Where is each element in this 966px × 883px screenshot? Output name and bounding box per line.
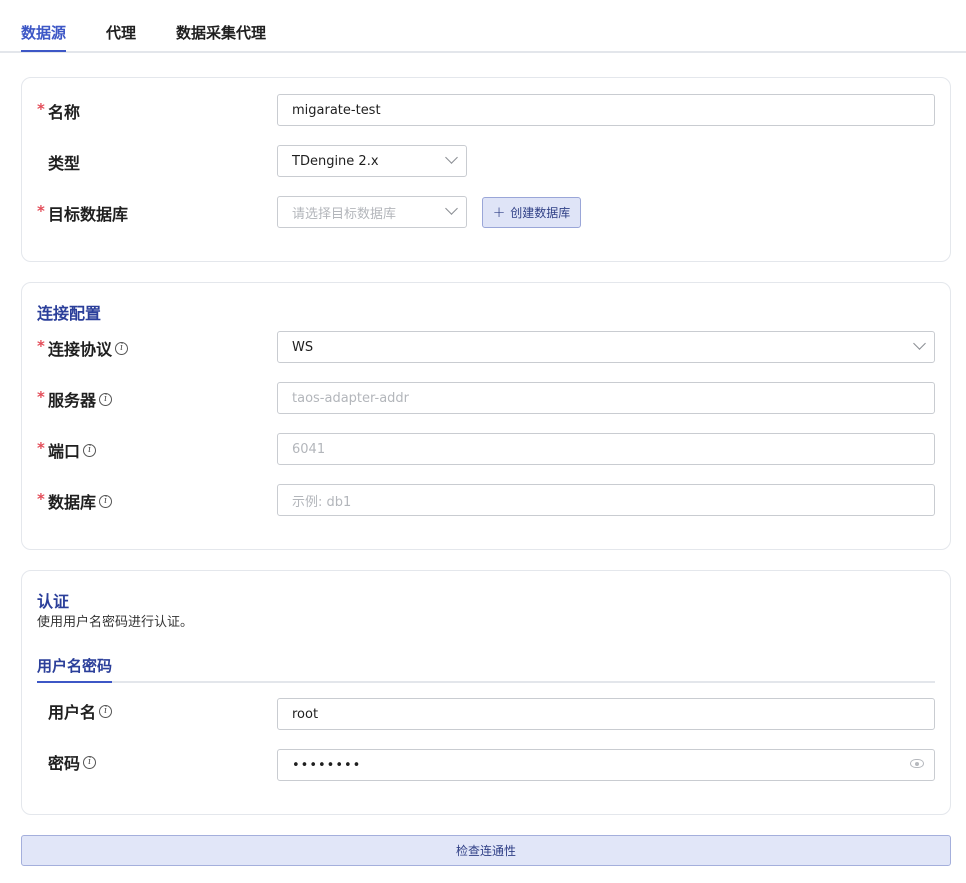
active-subtab-indicator: [37, 681, 112, 683]
protocol-value: WS: [292, 339, 314, 355]
tab-agent[interactable]: 代理: [106, 22, 136, 43]
database-input[interactable]: 示例: db1: [277, 484, 935, 516]
database-label-text: 数据库: [48, 493, 97, 512]
required-marker: *: [37, 202, 45, 220]
protocol-select[interactable]: WS: [277, 331, 935, 363]
tab-collection-agent[interactable]: 数据采集代理: [176, 22, 266, 43]
username-input[interactable]: root: [277, 698, 935, 730]
check-connectivity-label: 检查连通性: [455, 844, 516, 858]
tab-username-password[interactable]: 用户名密码: [37, 655, 112, 676]
password-input[interactable]: ••••••••: [277, 749, 935, 781]
plus-icon: +: [492, 203, 506, 221]
name-input[interactable]: migarate-test: [277, 94, 935, 126]
protocol-label: 连接协议 i: [48, 336, 129, 360]
info-icon[interactable]: i: [99, 392, 113, 406]
protocol-label-text: 连接协议: [48, 340, 113, 359]
info-icon[interactable]: i: [99, 704, 113, 718]
password-label-text: 密码: [48, 754, 81, 773]
type-value: TDengine 2.x: [292, 153, 379, 169]
username-value: root: [292, 706, 319, 722]
required-marker: *: [37, 388, 45, 406]
username-label: 用户名 i: [48, 699, 113, 723]
port-placeholder: 6041: [292, 441, 326, 457]
required-marker: *: [37, 439, 45, 457]
auth-title: 认证: [37, 592, 70, 611]
password-label: 密码 i: [48, 750, 97, 774]
auth-description: 使用用户名密码进行认证。: [37, 615, 194, 630]
server-label: 服务器 i: [48, 387, 113, 411]
server-input[interactable]: taos-adapter-addr: [277, 382, 935, 414]
database-label: 数据库 i: [48, 489, 113, 513]
server-placeholder: taos-adapter-addr: [292, 390, 410, 406]
required-marker: *: [37, 490, 45, 508]
name-label: 名称: [48, 103, 81, 122]
target-db-label: 目标数据库: [48, 205, 129, 224]
create-database-button[interactable]: + 创建数据库: [482, 197, 581, 228]
password-value: ••••••••: [292, 757, 362, 773]
info-icon[interactable]: i: [99, 494, 113, 508]
chevron-down-icon: [913, 337, 926, 350]
port-label-text: 端口: [48, 442, 81, 461]
info-icon[interactable]: i: [83, 755, 97, 769]
port-label: 端口 i: [48, 438, 97, 462]
server-label-text: 服务器: [48, 391, 97, 410]
target-db-placeholder: 请选择目标数据库: [292, 206, 397, 222]
type-select[interactable]: TDengine 2.x: [277, 145, 467, 177]
name-value: migarate-test: [292, 102, 381, 118]
subtab-divider: [37, 681, 935, 683]
target-db-select[interactable]: 请选择目标数据库: [277, 196, 467, 228]
connection-title: 连接配置: [37, 304, 102, 323]
username-label-text: 用户名: [48, 703, 97, 722]
info-icon[interactable]: i: [83, 443, 97, 457]
check-connectivity-button[interactable]: 检查连通性: [21, 835, 951, 866]
chevron-down-icon: [445, 202, 458, 215]
port-input[interactable]: 6041: [277, 433, 935, 465]
chevron-down-icon: [445, 151, 458, 164]
create-database-label: 创建数据库: [510, 206, 571, 220]
required-marker: *: [37, 100, 45, 118]
eye-icon[interactable]: [910, 759, 924, 768]
required-marker: *: [37, 337, 45, 355]
top-tabs: 数据源 代理 数据采集代理: [0, 0, 966, 53]
info-icon[interactable]: i: [115, 341, 129, 355]
type-label: 类型: [48, 154, 81, 173]
active-tab-indicator: [21, 50, 66, 52]
tab-datasource[interactable]: 数据源: [21, 22, 66, 43]
database-placeholder: 示例: db1: [292, 494, 352, 510]
